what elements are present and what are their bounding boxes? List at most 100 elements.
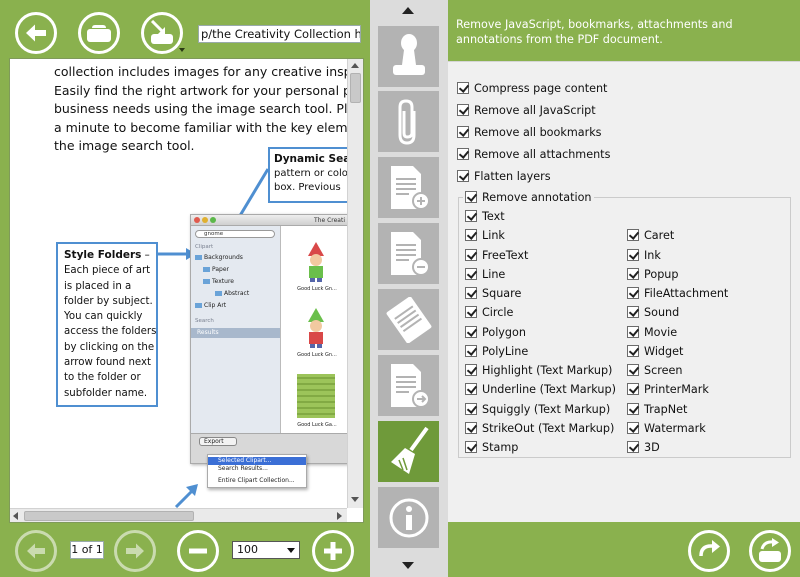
option-remove-bookmarks[interactable]: Remove all bookmarks — [457, 125, 602, 139]
strip-scroll-up-icon[interactable] — [402, 7, 414, 14]
checkbox-checked-icon[interactable] — [627, 306, 639, 318]
annotation-stamp[interactable]: Stamp — [465, 440, 518, 454]
annotation-squiggly[interactable]: Squiggly (Text Markup) — [465, 402, 610, 416]
checkbox-checked-icon[interactable] — [627, 403, 639, 415]
annotation-widget[interactable]: Widget — [627, 344, 683, 358]
tool-attachment[interactable] — [378, 91, 439, 152]
tool-sanitize[interactable] — [378, 421, 439, 482]
annotation-movie[interactable]: Movie — [627, 325, 677, 339]
checkbox-checked-icon[interactable] — [457, 82, 469, 94]
checkbox-checked-icon[interactable] — [457, 104, 469, 116]
option-remove-javascript[interactable]: Remove all JavaScript — [457, 103, 596, 117]
checkbox-checked-icon[interactable] — [465, 191, 477, 203]
chevron-down-icon — [287, 548, 295, 553]
annotation-square[interactable]: Square — [465, 286, 521, 300]
annotation-trapnet[interactable]: TrapNet — [627, 402, 687, 416]
scroll-left-icon[interactable] — [13, 512, 18, 520]
annotation-caret[interactable]: Caret — [627, 228, 674, 242]
annotation-underline[interactable]: Underline (Text Markup) — [465, 382, 616, 396]
checkbox-checked-icon[interactable] — [465, 441, 477, 453]
zoom-out-button[interactable] — [177, 530, 219, 572]
annotation-3d[interactable]: 3D — [627, 440, 660, 454]
checkbox-checked-icon[interactable] — [457, 126, 469, 138]
checkbox-checked-icon[interactable] — [465, 403, 477, 415]
annotation-screen[interactable]: Screen — [627, 363, 682, 377]
scroll-up-icon[interactable] — [351, 63, 359, 68]
checkbox-checked-icon[interactable] — [627, 249, 639, 261]
checkbox-checked-icon[interactable] — [465, 422, 477, 434]
annotation-strikeout[interactable]: StrikeOut (Text Markup) — [465, 421, 614, 435]
tool-pages[interactable] — [378, 289, 439, 350]
strip-scroll-down-icon[interactable] — [402, 562, 414, 569]
annotation-fileattachment[interactable]: FileAttachment — [627, 286, 728, 300]
folder-item: Texture — [203, 278, 234, 285]
checkbox-checked-icon[interactable] — [627, 345, 639, 357]
back-button[interactable] — [15, 12, 57, 54]
annotation-ink[interactable]: Ink — [627, 248, 661, 262]
checkbox-checked-icon[interactable] — [465, 383, 477, 395]
checkbox-checked-icon[interactable] — [627, 229, 639, 241]
checkbox-checked-icon[interactable] — [627, 268, 639, 280]
option-remove-annotation[interactable]: Remove annotation — [463, 190, 594, 204]
checkbox-checked-icon[interactable] — [627, 441, 639, 453]
vertical-scrollbar[interactable] — [347, 59, 363, 508]
save-menu-arrow-icon[interactable] — [179, 48, 185, 52]
zoom-in-button[interactable] — [312, 530, 354, 572]
checkbox-checked-icon[interactable] — [465, 268, 477, 280]
checkbox-checked-icon[interactable] — [457, 170, 469, 182]
horizontal-scrollbar[interactable] — [10, 508, 347, 522]
annotation-watermark[interactable]: Watermark — [627, 421, 706, 435]
annotation-circle[interactable]: Circle — [465, 305, 513, 319]
horizontal-scroll-thumb[interactable] — [24, 511, 194, 521]
checkbox-checked-icon[interactable] — [465, 287, 477, 299]
annotation-polygon[interactable]: Polygon — [465, 325, 526, 339]
checkbox-checked-icon[interactable] — [627, 383, 639, 395]
annotation-text[interactable]: Text — [465, 209, 505, 223]
checkbox-checked-icon[interactable] — [465, 345, 477, 357]
next-page-button[interactable] — [114, 530, 156, 572]
checkbox-checked-icon[interactable] — [627, 287, 639, 299]
checkbox-checked-icon[interactable] — [465, 210, 477, 222]
annotation-printermark[interactable]: PrinterMark — [627, 382, 709, 396]
option-flatten-layers[interactable]: Flatten layers — [457, 169, 551, 183]
tool-add-page[interactable] — [378, 157, 439, 218]
search-header: Search — [195, 318, 214, 324]
sanitize-options-panel: Compress page content Remove all JavaScr… — [448, 61, 800, 522]
checkbox-checked-icon[interactable] — [457, 148, 469, 160]
checkbox-checked-icon[interactable] — [627, 364, 639, 376]
export-menu-item: Selected Clipart... — [208, 457, 306, 465]
checkbox-checked-icon[interactable] — [465, 229, 477, 241]
scroll-right-icon[interactable] — [337, 512, 342, 520]
checkbox-checked-icon[interactable] — [627, 326, 639, 338]
previous-page-button[interactable] — [15, 530, 57, 572]
open-file-button[interactable] — [78, 12, 120, 54]
checkbox-checked-icon[interactable] — [627, 422, 639, 434]
document-viewer[interactable]: collection includes images for any creat… — [9, 58, 364, 523]
annotation-highlight[interactable]: Highlight (Text Markup) — [465, 363, 612, 377]
execute-save-button[interactable] — [749, 530, 791, 572]
checkbox-checked-icon[interactable] — [465, 326, 477, 338]
vertical-scroll-thumb[interactable] — [350, 73, 361, 103]
option-compress-page-content[interactable]: Compress page content — [457, 81, 607, 95]
tool-export-page[interactable] — [378, 355, 439, 416]
redo-button[interactable] — [688, 530, 730, 572]
annotation-polyline[interactable]: PolyLine — [465, 344, 528, 358]
annotation-popup[interactable]: Popup — [627, 267, 679, 281]
option-remove-attachments[interactable]: Remove all attachments — [457, 147, 610, 161]
checkbox-checked-icon[interactable] — [465, 249, 477, 261]
scroll-down-icon[interactable] — [351, 497, 359, 502]
save-button[interactable] — [141, 12, 183, 54]
annotation-freetext[interactable]: FreeText — [465, 248, 528, 262]
annotation-sound[interactable]: Sound — [627, 305, 679, 319]
zoom-select[interactable]: 100 — [232, 541, 300, 559]
tool-remove-page[interactable] — [378, 223, 439, 284]
option-label: Remove all bookmarks — [474, 125, 602, 139]
tool-stamp[interactable] — [378, 26, 439, 87]
checkbox-checked-icon[interactable] — [465, 364, 477, 376]
annotation-link[interactable]: Link — [465, 228, 505, 242]
annotation-line[interactable]: Line — [465, 267, 505, 281]
file-path-field[interactable]: p/the Creativity Collection help.pdf — [198, 25, 361, 43]
page-indicator-field[interactable]: 1 of 1 — [70, 541, 104, 559]
tool-info[interactable] — [378, 487, 439, 548]
checkbox-checked-icon[interactable] — [465, 306, 477, 318]
